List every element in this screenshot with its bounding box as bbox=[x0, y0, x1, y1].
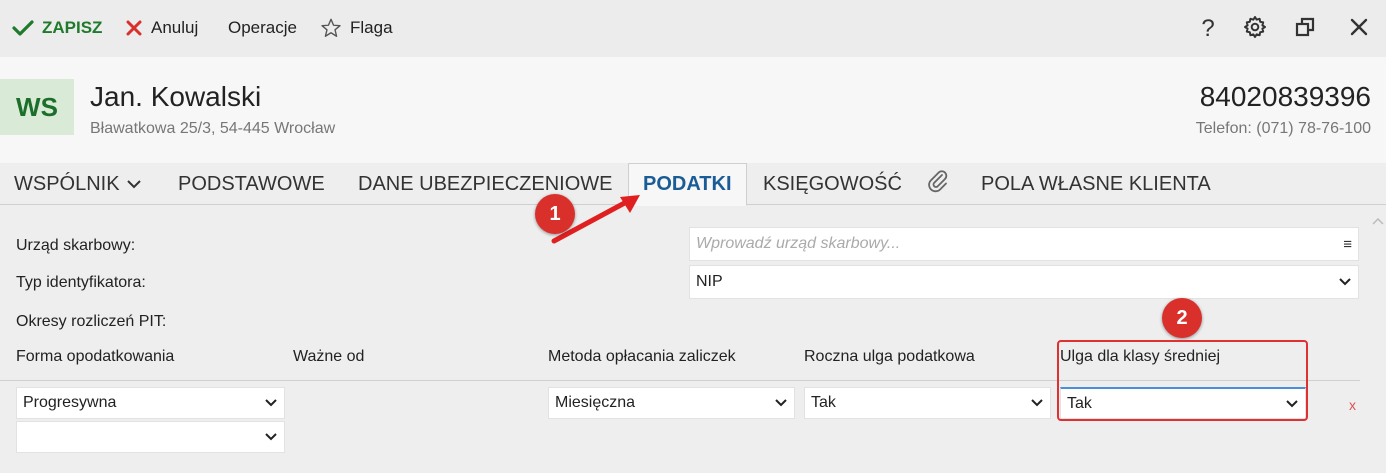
scroll-up-arrow[interactable] bbox=[1372, 212, 1384, 230]
avatar: WS bbox=[0, 79, 74, 135]
annotation-highlight bbox=[1057, 340, 1308, 421]
forma-select[interactable]: Progresywna bbox=[16, 387, 285, 419]
tab-ksiegowosc[interactable]: KSIĘGOWOŚĆ bbox=[763, 163, 902, 205]
tab-attachments[interactable] bbox=[926, 163, 950, 205]
tab-label: WSPÓLNIK bbox=[14, 172, 120, 195]
close-icon bbox=[125, 19, 143, 37]
tax-office-label: Urząd skarbowy: bbox=[16, 237, 136, 254]
tab-bar: WSPÓLNIK PODSTAWOWE DANE UBEZPIECZENIOWE… bbox=[0, 163, 1386, 206]
operations-button[interactable]: Operacje bbox=[228, 16, 297, 40]
metoda-value: Miesięczna bbox=[555, 394, 636, 411]
cancel-label: Anuluj bbox=[151, 18, 199, 37]
save-button[interactable]: ZAPISZ bbox=[12, 16, 102, 40]
tax-office-placeholder: Wprowadź urząd skarbowy... bbox=[696, 235, 901, 252]
operations-label: Operacje bbox=[228, 18, 297, 37]
tab-pola-wlasne-klienta[interactable]: POLA WŁASNE KLIENTA bbox=[981, 163, 1211, 205]
cancel-button[interactable]: Anuluj bbox=[125, 16, 198, 40]
metoda-select[interactable]: Miesięczna bbox=[548, 387, 795, 419]
roczna-ulga-value: Tak bbox=[811, 394, 836, 411]
tab-label: KSIĘGOWOŚĆ bbox=[763, 172, 902, 195]
window-close-icon bbox=[1349, 17, 1369, 42]
annotation-badge-1: 1 bbox=[535, 194, 575, 234]
flag-button[interactable]: Flaga bbox=[320, 16, 393, 40]
pit-periods-label: Okresy rozliczeń PIT: bbox=[16, 313, 167, 330]
help-button[interactable]: ? bbox=[1193, 14, 1223, 44]
gear-icon bbox=[1243, 15, 1267, 44]
annotation-badge-2: 2 bbox=[1162, 298, 1202, 338]
column-header-roczna-ulga: Roczna ulga podatkowa bbox=[804, 348, 975, 365]
client-header: WS Jan. Kowalski Bławatkowa 25/3, 54-445… bbox=[0, 57, 1386, 163]
client-address: Bławatkowa 25/3, 54-445 Wrocław bbox=[90, 120, 336, 137]
restore-window-button[interactable] bbox=[1290, 14, 1320, 44]
save-label: ZAPISZ bbox=[42, 18, 103, 37]
chevron-down-icon bbox=[126, 178, 142, 190]
chevron-down-icon bbox=[264, 398, 278, 408]
tab-label: PODSTAWOWE bbox=[178, 172, 325, 195]
column-header-forma: Forma opodatkowania bbox=[16, 348, 175, 365]
menu-icon[interactable]: ≡ bbox=[1343, 236, 1352, 253]
chevron-down-icon bbox=[1030, 398, 1044, 408]
window-close-button[interactable] bbox=[1344, 14, 1374, 44]
paperclip-icon bbox=[926, 168, 950, 200]
help-icon: ? bbox=[1201, 15, 1215, 42]
column-header-metoda: Metoda opłacania zaliczek bbox=[548, 348, 736, 365]
chevron-down-icon bbox=[264, 432, 278, 442]
tab-podstawowe[interactable]: PODSTAWOWE bbox=[178, 163, 325, 205]
tax-office-input[interactable]: Wprowadź urząd skarbowy... ≡ bbox=[689, 227, 1359, 261]
id-type-select[interactable]: NIP bbox=[689, 265, 1359, 299]
forma-value: Progresywna bbox=[23, 394, 117, 411]
forma-select-empty[interactable] bbox=[16, 421, 285, 453]
chevron-down-icon bbox=[774, 398, 788, 408]
restore-window-icon bbox=[1294, 16, 1316, 43]
tab-wspolnik[interactable]: WSPÓLNIK bbox=[14, 163, 142, 205]
id-type-label: Typ identyfikatora: bbox=[16, 274, 146, 291]
tab-label: PODATKI bbox=[643, 173, 732, 195]
roczna-ulga-select[interactable]: Tak bbox=[804, 387, 1051, 419]
tab-label: POLA WŁASNE KLIENTA bbox=[981, 172, 1211, 195]
client-id-number: 84020839396 bbox=[1199, 81, 1371, 112]
flag-label: Flaga bbox=[350, 18, 393, 37]
toolbar: ZAPISZ Anuluj Operacje Flaga ? bbox=[0, 0, 1386, 57]
settings-button[interactable] bbox=[1240, 14, 1270, 44]
check-icon bbox=[12, 19, 34, 37]
star-icon bbox=[320, 17, 342, 39]
client-phone: Telefon: (071) 78-76-100 bbox=[1195, 120, 1371, 137]
client-name: Jan. Kowalski bbox=[90, 81, 262, 112]
id-type-value: NIP bbox=[696, 273, 723, 290]
column-header-wazne-od: Ważne od bbox=[293, 348, 365, 365]
remove-row-button[interactable]: x bbox=[1349, 397, 1356, 413]
chevron-down-icon bbox=[1338, 277, 1352, 287]
